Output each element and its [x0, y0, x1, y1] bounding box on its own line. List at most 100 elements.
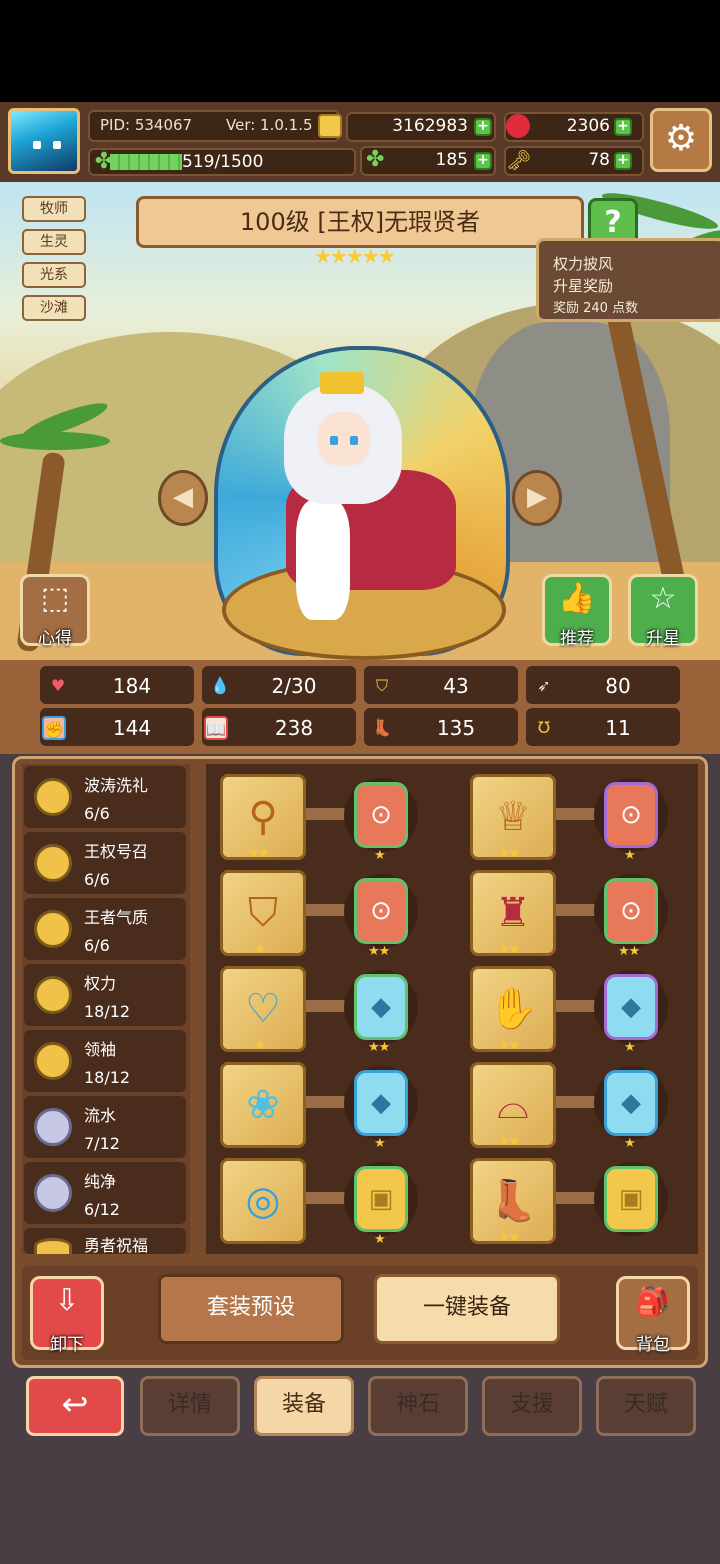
shield-icon: ⛉ [375, 676, 388, 695]
ring-slot[interactable]: ◎ [220, 1158, 306, 1244]
add-key-plus-icon[interactable]: + [614, 152, 632, 170]
drop-icon: 💧 [210, 676, 230, 695]
gold-amount: 3162983 [392, 116, 468, 136]
tab-support[interactable]: 支援 [482, 1376, 582, 1436]
race-tag: 生灵 [22, 229, 86, 255]
environment-tag: 沙滩 [22, 295, 86, 321]
hero-title: 100级 [王权]无瑕贤者 [136, 196, 584, 248]
set-name: 王者气质 [84, 908, 149, 927]
recommend-label: 推荐 [560, 629, 594, 649]
tab-equipment[interactable]: 装备 [254, 1376, 354, 1436]
gold-tablet-gem[interactable]: ▣ [354, 1166, 408, 1232]
set-name: 纯净 [84, 1172, 117, 1191]
insight-label: 心得 [38, 629, 72, 649]
add-gold-plus-icon[interactable]: + [474, 118, 492, 136]
gold-set-coin-icon [34, 1238, 72, 1254]
fist-icon: ✊ [42, 716, 66, 740]
slot-stars: ★ [254, 1038, 266, 1053]
armor-icon: ♜ [495, 890, 531, 936]
gem-stars: ★★ [368, 944, 390, 959]
rune-red-gem[interactable]: ⊙ [604, 878, 658, 944]
tab-details[interactable]: 详情 [140, 1376, 240, 1436]
hero-legs [296, 500, 350, 620]
stat-luck: 11 [605, 716, 631, 740]
stat-speed: 135 [436, 716, 476, 740]
blue-gem[interactable]: ◆ [354, 1070, 408, 1136]
gem-stars: ★ [624, 1040, 636, 1055]
gem-stars: ★★ [618, 944, 640, 959]
hero-eye [350, 436, 358, 445]
gem-stars: ★★ [368, 1040, 390, 1055]
silver-set-coin-icon [34, 1174, 72, 1212]
star-reward-panel[interactable]: 权力披风 升星奖励 奖励 240 点数 [536, 238, 720, 322]
gold-set-coin-icon [34, 778, 72, 816]
stat-defense: 43 [443, 674, 469, 698]
stat-hp: 184 [112, 674, 152, 698]
rune-red-gem[interactable]: ⊙ [604, 782, 658, 848]
boots-icon: 👢 [488, 1178, 538, 1224]
add-clover-plus-icon[interactable]: + [474, 152, 492, 170]
previous-hero-arrow-icon[interactable]: ◀ [158, 470, 208, 526]
tab-talent[interactable]: 天赋 [596, 1376, 696, 1436]
add-ruby-plus-icon[interactable]: + [614, 118, 632, 136]
game-version: Ver: 1.0.1.5 [226, 116, 313, 134]
ring-icon: ◎ [245, 1178, 281, 1224]
unequip-label: 卸下 [50, 1335, 84, 1355]
player-avatar[interactable] [8, 108, 80, 174]
silver-set-coin-icon [34, 1108, 72, 1146]
stat-magic: 238 [274, 716, 314, 740]
avatar-eye [33, 141, 41, 149]
unequip-arrow-icon: ⇩ [54, 1283, 80, 1318]
xp-text: 519/1500 [182, 152, 264, 172]
ruby-amount: 2306 [566, 116, 610, 136]
element-tag: 光系 [22, 262, 86, 288]
star-up-icon: ☆ [649, 581, 677, 616]
one-click-equip-button[interactable]: 一键装备 [374, 1274, 560, 1344]
set-count: 6/6 [84, 804, 110, 823]
set-preset-button[interactable]: 套装预设 [158, 1274, 344, 1344]
set-name: 勇者祝福 [84, 1236, 149, 1255]
rune-red-gem[interactable]: ⊙ [354, 782, 408, 848]
set-name: 领袖 [84, 1040, 117, 1059]
set-count: 18/12 [84, 1002, 131, 1021]
backpack-icon: 🎒 [635, 1285, 671, 1318]
orb-icon: ❀ [246, 1082, 280, 1128]
slot-stars: ★★ [498, 1134, 520, 1149]
key-icon: 🗝 [506, 148, 532, 172]
gold-set-coin-icon [34, 976, 72, 1014]
slot-stars: ★★ [498, 942, 520, 957]
blue-gem[interactable]: ◆ [604, 1070, 658, 1136]
gem-stars: ★ [374, 1136, 386, 1151]
gem-stars: ★ [624, 1136, 636, 1151]
gem-stars: ★ [374, 848, 386, 863]
next-hero-arrow-icon[interactable]: ▶ [512, 470, 562, 526]
star-up-label: 升星 [646, 629, 680, 649]
reward-points: 奖励 240 点数 [553, 301, 639, 316]
insight-jar-icon: ⬚ [40, 581, 70, 616]
wing-icon: ➶ [537, 676, 551, 695]
hero-eye [330, 436, 338, 445]
gold-tablet-gem[interactable]: ▣ [604, 1166, 658, 1232]
hero-face [318, 412, 370, 466]
avatar-eye [53, 141, 61, 149]
blue-gem[interactable]: ◆ [354, 974, 408, 1040]
palm-leaf [0, 432, 110, 450]
belt-icon: ⌓ [497, 1082, 529, 1128]
settings-gear-icon[interactable]: ⚙ [650, 108, 712, 172]
stat-attack: 144 [112, 716, 152, 740]
blue-gem[interactable]: ◆ [604, 974, 658, 1040]
backpack-label: 背包 [636, 1335, 670, 1355]
back-arrow-button[interactable]: ↩ [26, 1376, 124, 1436]
orb-slot[interactable]: ❀ [220, 1062, 306, 1148]
rune-red-gem[interactable]: ⊙ [354, 878, 408, 944]
slot-stars: ★ [254, 942, 266, 957]
tab-divine-stone[interactable]: 神石 [368, 1376, 468, 1436]
reward-item-name: 权力披风 [553, 255, 614, 273]
set-name: 波涛洗礼 [84, 776, 149, 795]
gold-set-coin-icon [34, 1042, 72, 1080]
hero-crown [320, 372, 364, 394]
slot-stars: ★★ [498, 1038, 520, 1053]
stat-mana: 2/30 [271, 674, 317, 698]
set-count: 6/12 [84, 1200, 120, 1219]
gloves-icon: ✋ [488, 986, 538, 1032]
